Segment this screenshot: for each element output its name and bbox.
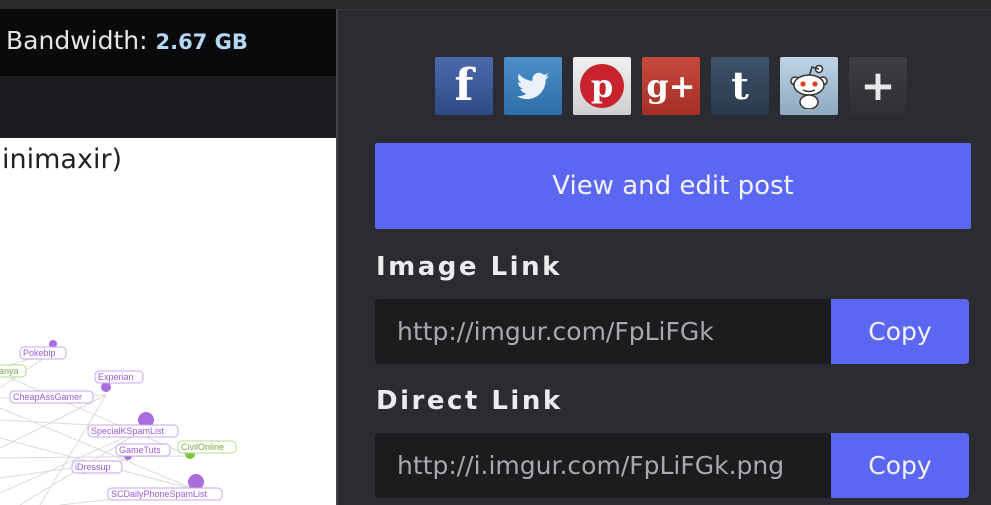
node-label-pokebip: Pokebip bbox=[23, 348, 56, 358]
node-label-anya: anya bbox=[0, 366, 19, 376]
reddit-alien-icon bbox=[790, 64, 828, 109]
node-label-scdailyphonespamlist: SCDailyPhoneSpamList bbox=[111, 489, 208, 499]
network-graph: Pokebip anya Experian CheapAssGamer Spec… bbox=[0, 340, 237, 505]
twitter-icon[interactable] bbox=[504, 57, 562, 115]
twitter-bird-icon bbox=[516, 72, 549, 100]
image-link-row: http://imgur.com/FpLiFGk Copy bbox=[375, 299, 969, 364]
view-edit-post-button[interactable]: View and edit post bbox=[375, 143, 971, 229]
node-label-idressup: iDressup bbox=[75, 462, 111, 472]
reddit-icon[interactable] bbox=[780, 57, 838, 115]
node-label-civilonline: CivilOnline bbox=[181, 442, 224, 452]
bandwidth-label: Bandwidth: bbox=[6, 26, 148, 55]
share-panel: f p g+ t + View and edit post Image Link bbox=[338, 10, 991, 505]
stats-bar: Bandwidth: 2.67 GB bbox=[0, 9, 336, 76]
pinterest-logo-icon: p bbox=[580, 64, 624, 108]
node-label-gametuts: GameTuts bbox=[119, 445, 161, 455]
node-label-specialkspamlist: SpecialKSpamList bbox=[91, 426, 165, 436]
direct-link-field[interactable]: http://i.imgur.com/FpLiFGk.png bbox=[375, 433, 831, 498]
social-share-bar: f p g+ t + bbox=[435, 57, 907, 115]
bandwidth-stat: Bandwidth: 2.67 GB bbox=[6, 26, 248, 55]
direct-link-row: http://i.imgur.com/FpLiFGk.png Copy bbox=[375, 433, 969, 498]
node-label-cheapassgamer: CheapAssGamer bbox=[13, 392, 82, 402]
image-link-field[interactable]: http://imgur.com/FpLiFGk bbox=[375, 299, 831, 364]
image-link-label: Image Link bbox=[376, 252, 562, 282]
facebook-icon[interactable]: f bbox=[435, 57, 493, 115]
toolbar-band bbox=[0, 76, 336, 138]
node-label-experian: Experian bbox=[98, 372, 134, 382]
tumblr-icon[interactable]: t bbox=[711, 57, 769, 115]
uploaded-image[interactable]: inimaxir) Pokebip anya Experian CheapAss… bbox=[0, 138, 336, 505]
copy-direct-link-button[interactable]: Copy bbox=[831, 433, 969, 498]
direct-link-label: Direct Link bbox=[376, 386, 563, 416]
bandwidth-value: 2.67 GB bbox=[155, 30, 248, 54]
pinterest-glyph: p bbox=[591, 67, 613, 105]
plus-icon[interactable]: + bbox=[849, 57, 907, 115]
left-panel: Bandwidth: 2.67 GB inimaxir) Pokebip any… bbox=[0, 9, 336, 505]
copy-image-link-button[interactable]: Copy bbox=[831, 299, 969, 364]
pinterest-icon[interactable]: p bbox=[573, 57, 631, 115]
google-plus-icon[interactable]: g+ bbox=[642, 57, 700, 115]
